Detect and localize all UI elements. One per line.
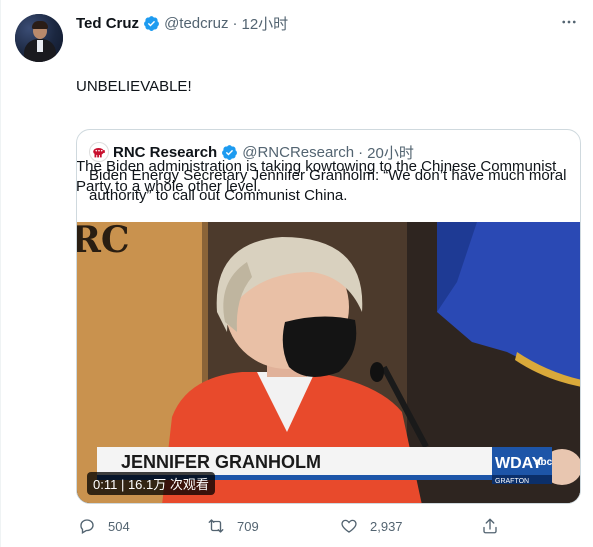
author-handle[interactable]: @tedcruz: [164, 15, 228, 32]
share-icon: [483, 518, 497, 534]
quoted-tweet[interactable]: RNC Research @RNCResearch · 20小时 Biden E…: [76, 129, 581, 504]
reply-count: 504: [108, 518, 130, 534]
verified-icon: [222, 144, 238, 160]
more-options-button[interactable]: [557, 10, 581, 34]
video-player[interactable]: RC JENNIFER: [77, 222, 580, 503]
quote-time[interactable]: 20小时: [367, 142, 414, 163]
verified-icon: [144, 15, 159, 31]
background-sign-text: RC: [77, 222, 130, 261]
like-count: 2,937: [370, 518, 403, 534]
reply-button[interactable]: 504: [78, 517, 130, 535]
tweet-header: Ted Cruz @tedcruz · 12小时: [76, 12, 288, 34]
tweet-text-line1: UNBELIEVABLE!: [76, 78, 192, 95]
like-button[interactable]: 2,937: [340, 517, 403, 535]
rnc-logo-icon: [90, 143, 108, 161]
more-icon: [562, 20, 576, 24]
author-name[interactable]: Ted Cruz: [76, 15, 139, 32]
lower-third-name: JENNIFER GRANHOLM: [121, 452, 321, 472]
quote-text: Biden Energy Secretary Jennifer Granholm…: [89, 167, 567, 204]
share-button[interactable]: [481, 517, 499, 535]
station-place: GRAFTON: [495, 478, 529, 485]
retweet-icon: [208, 519, 224, 533]
tweet-actions: 504 709 2,937: [76, 517, 506, 537]
separator-dot: ·: [232, 14, 238, 32]
quote-author-handle[interactable]: @RNCResearch: [242, 144, 354, 161]
station-sub: abc: [535, 457, 553, 468]
video-duration-views: 0:11 | 16.1万 次观看: [87, 472, 215, 495]
separator-dot: ·: [358, 143, 364, 161]
retweet-count: 709: [237, 518, 259, 534]
video-frame: RC JENNIFER: [77, 222, 580, 503]
reply-icon: [80, 519, 94, 534]
quote-author-name[interactable]: RNC Research: [113, 144, 217, 161]
retweet-button[interactable]: 709: [207, 517, 259, 535]
tweet-card[interactable]: Ted Cruz @tedcruz · 12小时 UNBELIEVABLE! T…: [0, 0, 593, 547]
tweet-time[interactable]: 12小时: [241, 13, 288, 34]
author-avatar[interactable]: [15, 14, 63, 62]
like-icon: [341, 519, 357, 533]
quote-header: RNC Research @RNCResearch · 20小时: [89, 142, 414, 162]
rnc-avatar[interactable]: [89, 142, 109, 162]
